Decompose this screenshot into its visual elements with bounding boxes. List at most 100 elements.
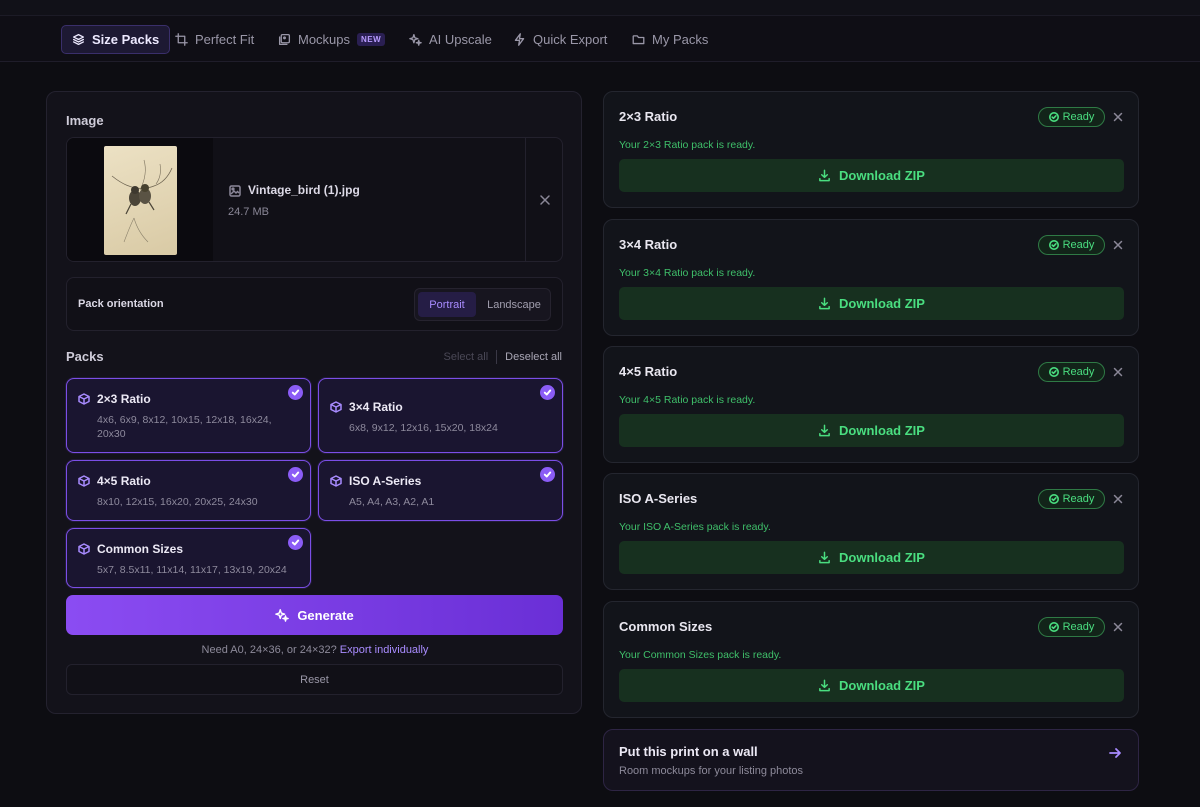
- tab-mockups[interactable]: Mockups NEW: [267, 25, 396, 54]
- export-hint-text: Need A0, 24×36, or 24×32?: [201, 644, 337, 656]
- check-icon: [291, 539, 300, 546]
- orientation-portrait-button[interactable]: Portrait: [418, 292, 476, 317]
- download-zip-button[interactable]: Download ZIP: [619, 414, 1124, 447]
- check-circle-icon: [1048, 112, 1059, 122]
- arrow-right-icon: [1109, 748, 1121, 758]
- status-label: Ready: [1062, 111, 1095, 123]
- result-title: 3×4 Ratio: [619, 237, 678, 252]
- download-label: Download ZIP: [839, 168, 925, 183]
- status-badge: Ready: [1038, 489, 1105, 509]
- orientation-landscape-button[interactable]: Landscape: [479, 292, 549, 317]
- status-label: Ready: [1062, 366, 1095, 378]
- select-all-link[interactable]: Select all: [444, 351, 489, 363]
- result-message: Your 4×5 Ratio pack is ready.: [619, 394, 756, 406]
- file-name: Vintage_bird (1).jpg: [248, 183, 360, 197]
- download-zip-button[interactable]: Download ZIP: [619, 159, 1124, 192]
- export-individually-link[interactable]: Export individually: [340, 644, 429, 656]
- dismiss-icon[interactable]: [1112, 493, 1124, 505]
- top-strip: [0, 0, 1200, 16]
- promo-title: Put this print on a wall: [619, 744, 758, 759]
- download-label: Download ZIP: [839, 550, 925, 565]
- check-circle-icon: [1048, 240, 1059, 250]
- pack-name: 2×3 Ratio: [97, 392, 151, 406]
- generate-label: Generate: [297, 607, 354, 623]
- selection-separator: [496, 350, 498, 364]
- check-icon: [543, 389, 552, 396]
- package-icon: [78, 475, 90, 487]
- crop-icon: [175, 33, 188, 46]
- download-label: Download ZIP: [839, 296, 925, 311]
- result-message: Your ISO A-Series pack is ready.: [619, 521, 771, 533]
- tab-perfect-fit[interactable]: Perfect Fit: [164, 25, 265, 54]
- pack-sizes: A5, A4, A3, A2, A1: [349, 496, 435, 508]
- dismiss-icon[interactable]: [1112, 366, 1124, 378]
- download-zip-button[interactable]: Download ZIP: [619, 287, 1124, 320]
- check-circle-icon: [1048, 494, 1059, 504]
- file-size: 24.7 MB: [228, 206, 269, 218]
- sparkles-icon: [409, 33, 422, 46]
- export-hint: Need A0, 24×36, or 24×32? Export individ…: [47, 644, 583, 656]
- tab-my-packs[interactable]: My Packs: [621, 25, 719, 54]
- dismiss-icon[interactable]: [1112, 239, 1124, 251]
- pack-sizes: 8x10, 12x15, 16x20, 20x25, 24x30: [97, 496, 258, 508]
- download-icon: [819, 551, 830, 564]
- pack-name: ISO A-Series: [349, 474, 422, 488]
- pack-card-iso-a-series[interactable]: ISO A-Series A5, A4, A3, A2, A1: [318, 460, 563, 521]
- status-label: Ready: [1062, 493, 1095, 505]
- result-title: 4×5 Ratio: [619, 364, 678, 379]
- check-circle-icon: [1048, 622, 1059, 632]
- pack-name: 4×5 Ratio: [97, 474, 151, 488]
- download-icon: [819, 297, 830, 310]
- tab-size-packs[interactable]: Size Packs: [61, 25, 171, 54]
- pack-card-2x3[interactable]: 2×3 Ratio 4x6, 6x9, 8x12, 10x15, 12x18, …: [66, 378, 311, 453]
- pack-sizes: 5x7, 8.5x11, 11x14, 11x17, 13x19, 20x24: [97, 564, 287, 576]
- result-title: Common Sizes: [619, 619, 713, 634]
- download-label: Download ZIP: [839, 423, 925, 438]
- result-card-iso-a-series: ISO A-Series Ready Your ISO A-Series pac…: [603, 473, 1139, 590]
- status-badge: Ready: [1038, 107, 1105, 127]
- wall-mockup-promo[interactable]: Put this print on a wall Room mockups fo…: [603, 729, 1139, 791]
- sparkles-icon: [275, 609, 290, 622]
- generate-button[interactable]: Generate: [66, 595, 563, 635]
- result-title: 2×3 Ratio: [619, 109, 678, 124]
- top-nav: Size Packs Perfect Fit Mockups NEW AI Up…: [0, 16, 1200, 62]
- selected-check: [288, 467, 303, 482]
- orientation-toggle: Portrait Landscape: [414, 288, 551, 321]
- orientation-label: Pack orientation: [78, 298, 164, 310]
- download-zip-button[interactable]: Download ZIP: [619, 541, 1124, 574]
- pack-card-3x4[interactable]: 3×4 Ratio 6x8, 9x12, 12x16, 15x20, 18x24: [318, 378, 563, 453]
- download-icon: [819, 424, 830, 437]
- dismiss-icon[interactable]: [1112, 621, 1124, 633]
- image-card: Vintage_bird (1).jpg 24.7 MB: [66, 137, 563, 262]
- packs-section-title: Packs: [66, 349, 104, 364]
- remove-image-icon[interactable]: [539, 194, 551, 206]
- image-file-icon: [229, 185, 241, 197]
- tab-label: AI Upscale: [429, 32, 492, 47]
- result-title: ISO A-Series: [619, 491, 698, 506]
- reset-button[interactable]: Reset: [66, 664, 563, 695]
- dismiss-icon[interactable]: [1112, 111, 1124, 123]
- tab-label: Size Packs: [92, 32, 160, 47]
- package-icon: [78, 543, 90, 555]
- tab-quick-export[interactable]: Quick Export: [502, 25, 618, 54]
- selection-links: Select all Deselect all: [444, 350, 562, 364]
- result-card-3x4: 3×4 Ratio Ready Your 3×4 Ratio pack is r…: [603, 219, 1139, 336]
- promo-subtitle: Room mockups for your listing photos: [619, 765, 804, 777]
- download-label: Download ZIP: [839, 678, 925, 693]
- deselect-all-link[interactable]: Deselect all: [505, 351, 562, 363]
- download-zip-button[interactable]: Download ZIP: [619, 669, 1124, 702]
- pack-name: 3×4 Ratio: [349, 400, 403, 414]
- selected-check: [288, 385, 303, 400]
- check-icon: [543, 471, 552, 478]
- new-badge: NEW: [357, 33, 386, 46]
- pack-card-4x5[interactable]: 4×5 Ratio 8x10, 12x15, 16x20, 20x25, 24x…: [66, 460, 311, 521]
- tab-ai-upscale[interactable]: AI Upscale: [398, 25, 503, 54]
- bolt-icon: [514, 33, 525, 46]
- package-icon: [330, 475, 342, 487]
- layers-icon: [72, 33, 85, 46]
- pack-card-common-sizes[interactable]: Common Sizes 5x7, 8.5x11, 11x14, 11x17, …: [66, 528, 311, 588]
- image-thumbnail[interactable]: [104, 146, 177, 255]
- status-badge: Ready: [1038, 362, 1105, 382]
- result-card-common-sizes: Common Sizes Ready Your Common Sizes pac…: [603, 601, 1139, 718]
- image-card-divider: [525, 138, 526, 261]
